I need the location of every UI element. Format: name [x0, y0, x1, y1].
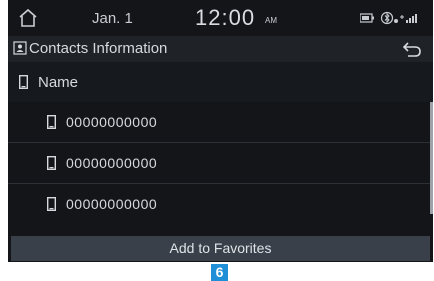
phone-icon	[18, 74, 28, 90]
number-list: 00000000000 00000000000 00000000000	[8, 102, 433, 232]
back-arrow-icon[interactable]	[402, 40, 422, 58]
signal-icon	[400, 14, 417, 23]
status-bar: Jan. 1 12:00 AM	[8, 0, 433, 36]
list-item[interactable]: 00000000000	[8, 184, 430, 224]
home-icon[interactable]	[17, 7, 39, 29]
page-title: Contacts Information	[29, 40, 168, 57]
scrollbar[interactable]	[430, 102, 433, 214]
contact-card-icon	[13, 41, 27, 55]
bluetooth-icon	[380, 11, 398, 25]
add-to-favorites-button[interactable]: Add to Favorites	[11, 236, 430, 261]
phone-icon	[46, 196, 56, 212]
status-time: 12:00	[195, 5, 256, 30]
name-label: Name	[38, 74, 79, 91]
phone-number: 00000000000	[66, 114, 158, 130]
battery-icon	[359, 13, 374, 23]
phone-number: 00000000000	[66, 155, 158, 171]
status-ampm: AM	[265, 16, 277, 25]
status-icons	[359, 11, 422, 25]
screen: Jan. 1 12:00 AM Contacts Information Nam…	[8, 0, 433, 262]
status-date: Jan. 1	[92, 10, 133, 27]
phone-icon	[46, 155, 56, 171]
title-bar: Contacts Information	[8, 36, 433, 62]
callout-number: 6	[211, 264, 228, 281]
list-item[interactable]: 00000000000	[8, 143, 430, 184]
list-item[interactable]: 00000000000	[8, 102, 430, 143]
phone-number: 00000000000	[66, 196, 158, 212]
name-row: Name	[8, 62, 433, 102]
phone-icon	[46, 114, 56, 130]
